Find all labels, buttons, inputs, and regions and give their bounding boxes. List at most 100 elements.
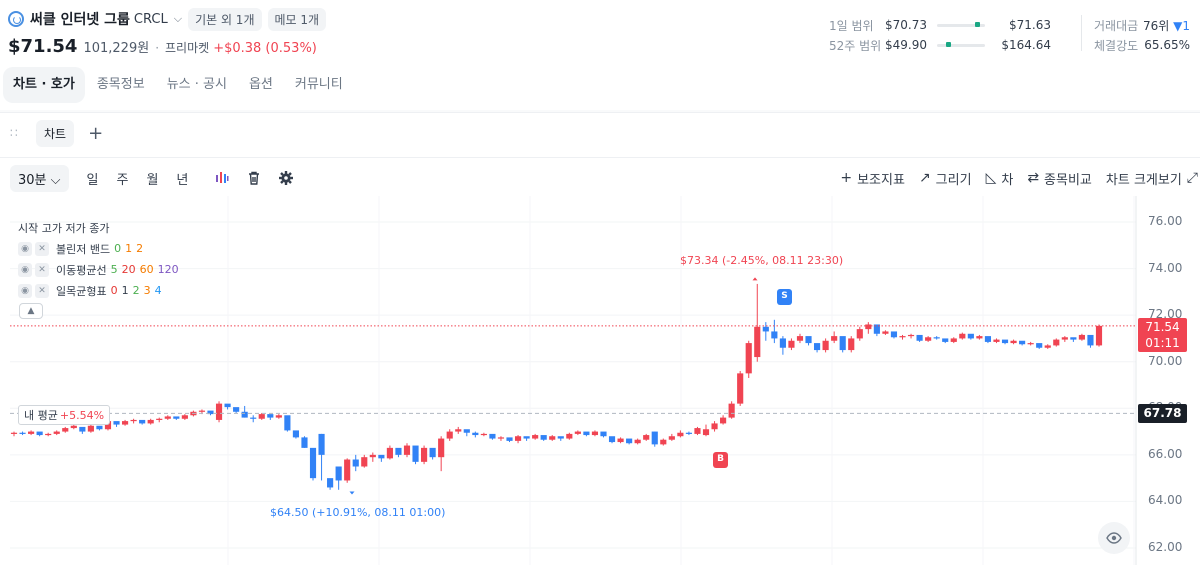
candle-body <box>292 430 300 438</box>
interval-select[interactable]: 30분 ⌵ <box>10 164 69 192</box>
strength-label: 체결강도 <box>1094 38 1139 53</box>
candle-body <box>557 436 564 439</box>
indicator-param: 2 <box>132 284 140 297</box>
candle-body <box>634 439 641 444</box>
candle-body <box>651 431 658 445</box>
candle-body <box>890 331 898 338</box>
candle-body <box>53 431 60 434</box>
drag-handle-icon[interactable]: ∷ <box>10 126 30 140</box>
candle-body <box>489 433 496 439</box>
candle-body <box>942 338 949 342</box>
candle-body <box>1070 337 1077 340</box>
stock-header: 써클 인터넷 그룹 CRCL ⌵ 기본 외 1개 메모 1개 $71.54 10… <box>0 0 1200 62</box>
indicator-name[interactable]: 볼린저 밴드 <box>56 241 110 257</box>
candle-body <box>813 343 821 351</box>
memo-pill[interactable]: 메모 1개 <box>267 7 327 31</box>
chart-tab[interactable]: 차트 <box>36 119 75 147</box>
stock-name[interactable]: 써클 인터넷 그룹 <box>30 9 130 29</box>
sell-marker[interactable]: S <box>777 289 792 305</box>
indicator-ma: ◉ ✕ 이동평균선 5 20 60 120 <box>18 259 183 280</box>
tab-community[interactable]: 커뮤니티 <box>285 67 353 103</box>
period-year[interactable]: 년 <box>176 169 188 188</box>
indicator-name[interactable]: 이동평균선 <box>56 262 107 278</box>
indicator-param: 4 <box>154 284 162 297</box>
volume-stat[interactable]: 거래대금 76위 ▼1 <box>1094 15 1190 35</box>
candle-body <box>677 432 684 437</box>
indicators-button[interactable]: + 보조지표 <box>840 169 905 188</box>
candle-body <box>865 324 872 330</box>
candle-body <box>164 416 171 419</box>
close-icon[interactable]: ✕ <box>35 283 49 298</box>
y-tick-label: 62.00 <box>1148 540 1183 554</box>
candle-body <box>62 428 69 432</box>
main-tabs: 차트 · 호가 종목정보 뉴스 · 공시 옵션 커뮤니티 <box>3 67 355 103</box>
candle-body <box>514 436 522 441</box>
buy-marker[interactable]: B <box>713 452 728 468</box>
tab-options[interactable]: 옵션 <box>239 67 283 103</box>
indicator-name[interactable]: 일목균형표 <box>56 283 107 299</box>
candle-style-icon[interactable] <box>214 170 230 186</box>
eye-icon[interactable]: ◉ <box>18 241 32 256</box>
indicators-label: 보조지표 <box>857 172 905 188</box>
premarket-label: 프리마켓 <box>165 41 210 55</box>
trash-icon[interactable] <box>246 170 262 186</box>
last-price-tag: 71.54 01:11 <box>1138 318 1187 352</box>
expand-chart-button[interactable]: 차트 크게보기 ⤢ <box>1106 169 1198 188</box>
range-label: 1일 범위 <box>829 18 874 33</box>
add-tab-icon[interactable]: + <box>88 123 103 144</box>
draw-button[interactable]: ↗ 그리기 <box>919 169 972 188</box>
indicator-param: 1 <box>121 284 129 297</box>
circle-logo-icon <box>8 11 24 27</box>
compare-button[interactable]: ⇄ 종목비교 <box>1027 169 1092 188</box>
y-tick-label: 70.00 <box>1148 353 1183 368</box>
collapse-legend-button[interactable]: ▲ <box>19 303 43 319</box>
tab-news[interactable]: 뉴스 · 공시 <box>157 67 237 103</box>
high-pointer <box>752 277 758 281</box>
expand-icon: ⤢ <box>1186 170 1198 186</box>
ruler-button[interactable]: ◺ 차 <box>986 169 1014 188</box>
stock-code[interactable]: CRCL <box>134 12 168 27</box>
candle-body <box>121 421 129 425</box>
chevron-down-icon[interactable]: ⌵ <box>174 12 182 26</box>
tab-stock-info[interactable]: 종목정보 <box>87 67 155 103</box>
candle-body <box>412 445 419 462</box>
indicator-legend: 시작 고가 저가 종가 ◉ ✕ 볼린저 밴드 0 1 2 ◉ ✕ 이동평균선 5 2… <box>18 220 183 301</box>
range-high: $71.63 <box>1009 18 1051 32</box>
candle-body <box>549 436 556 440</box>
tags-pill[interactable]: 기본 외 1개 <box>188 7 262 31</box>
eye-icon[interactable]: ◉ <box>18 262 32 277</box>
my-average-pct: +5.54% <box>59 409 105 422</box>
candle-body <box>70 425 77 429</box>
gear-icon[interactable] <box>278 170 294 186</box>
period-day[interactable]: 일 <box>87 169 99 188</box>
separator-dot: · <box>155 41 160 55</box>
tab-chart-orderbook[interactable]: 차트 · 호가 <box>3 67 85 103</box>
period-month[interactable]: 월 <box>146 169 158 188</box>
close-icon[interactable]: ✕ <box>35 241 49 256</box>
price-row: $71.54 101,229원 · 프리마켓 +$0.38 (0.53%) <box>8 36 317 57</box>
visibility-toggle-button[interactable] <box>1098 522 1130 554</box>
candle-body <box>1078 334 1085 340</box>
period-week[interactable]: 주 <box>116 169 128 188</box>
candle-body <box>1036 343 1043 348</box>
candle-body <box>1010 340 1017 344</box>
chevron-down-icon: ⌵ <box>50 172 61 188</box>
volume-rank-wrap: 76위 ▼1 <box>1143 17 1190 34</box>
close-icon[interactable]: ✕ <box>35 262 49 277</box>
candle-body <box>156 418 163 420</box>
indicator-param: 1 <box>125 242 133 255</box>
candle-body <box>361 457 368 467</box>
indicator-param: 0 <box>114 242 122 255</box>
candle-body <box>796 336 804 341</box>
candle-body <box>455 429 462 432</box>
candle-body <box>472 432 479 436</box>
candle-body <box>523 436 530 439</box>
eye-icon[interactable]: ◉ <box>18 283 32 298</box>
candle-body <box>608 436 616 443</box>
candle-body <box>438 438 445 458</box>
indicator-param: 3 <box>143 284 151 297</box>
compare-label: 종목비교 <box>1044 172 1092 188</box>
my-average-tag: 67.78 <box>1138 404 1187 423</box>
candle-body <box>685 432 692 434</box>
indicator-param: 2 <box>136 242 144 255</box>
